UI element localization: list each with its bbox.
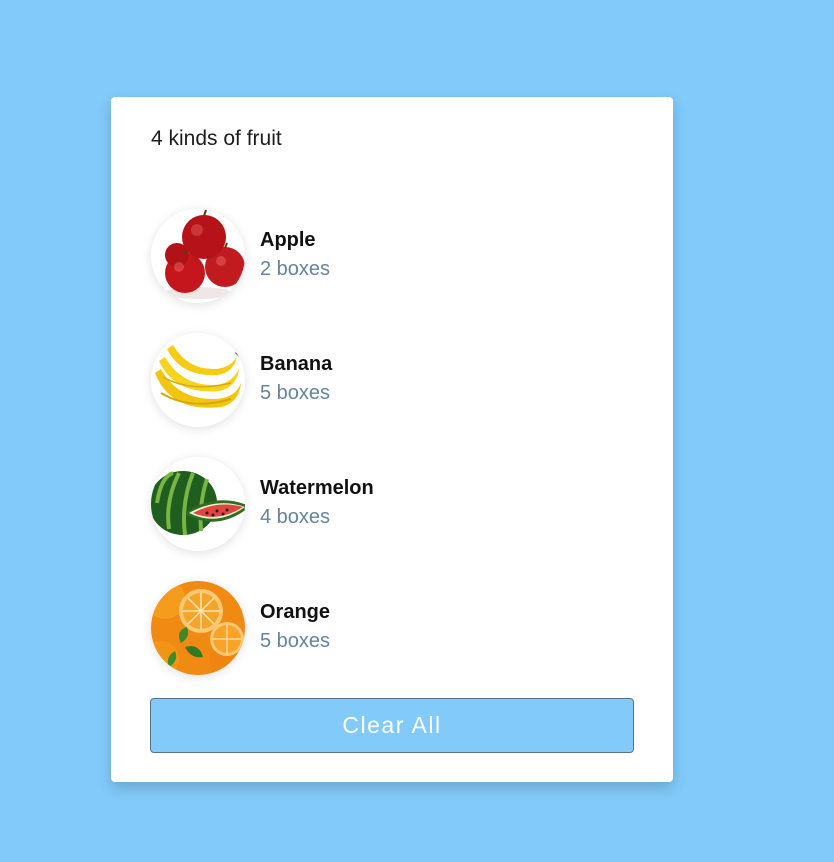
fruit-count: 5 boxes <box>260 630 331 652</box>
fruit-count: 2 boxes <box>260 258 331 280</box>
fruit-name: Watermelon <box>260 477 374 499</box>
fruit-list: Apple 2 boxes Banana 5 boxes Watermelon … <box>151 194 631 690</box>
list-item[interactable]: Apple 2 boxes <box>151 194 631 318</box>
apple-icon <box>151 209 245 303</box>
orange-icon <box>151 581 245 675</box>
watermelon-icon <box>151 457 245 551</box>
list-item[interactable]: Watermelon 4 boxes <box>151 442 631 566</box>
fruit-count: 4 boxes <box>260 506 331 528</box>
fruit-name: Orange <box>260 601 331 623</box>
list-item[interactable]: Banana 5 boxes <box>151 318 631 442</box>
fruit-card: 4 kinds of fruit Apple 2 boxes Banana 5 … <box>111 97 673 782</box>
fruit-count: 5 boxes <box>260 382 331 404</box>
fruit-name: Banana <box>260 353 333 375</box>
list-item[interactable]: Orange 5 boxes <box>151 566 631 690</box>
page-title: 4 kinds of fruit <box>151 127 282 150</box>
fruit-name: Apple <box>260 229 316 251</box>
banana-icon <box>151 333 245 427</box>
clear-all-button[interactable]: Clear All <box>150 698 634 753</box>
